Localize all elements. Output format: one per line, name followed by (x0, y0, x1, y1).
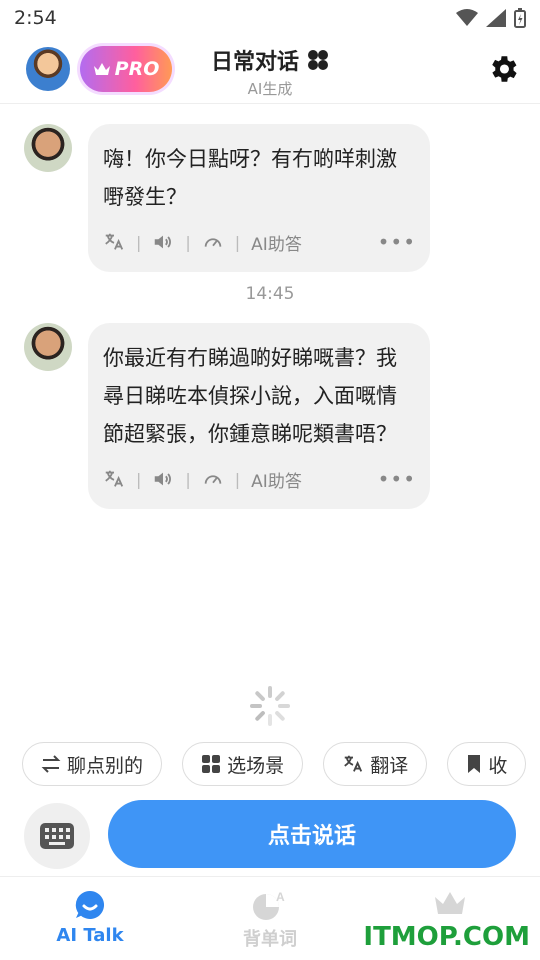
suggestion-chips: 聊点别的 选场景 翻译 收 (22, 742, 540, 786)
divider: | (234, 469, 241, 489)
chip-change-topic[interactable]: 聊点别的 (22, 742, 163, 786)
chip-label: 选场景 (227, 754, 285, 777)
watermark-text: ITMOP.COM (363, 922, 530, 952)
scene-grid-icon (308, 50, 328, 70)
crown-icon (435, 892, 465, 914)
bookmark-icon (468, 755, 481, 773)
message-text: 你最近有冇睇過啲好睇嘅書？我尋日睇咗本偵探小說，入面嘅情節超緊張，你鍾意睇呢類書… (103, 346, 397, 446)
status-time: 2:54 (14, 7, 57, 29)
translate-icon[interactable] (103, 231, 125, 253)
battery-icon (514, 8, 526, 28)
status-bar: 2:54 (0, 0, 540, 36)
message-toolbar: | | | AI助答 ••• (103, 463, 416, 495)
signal-icon (486, 9, 506, 27)
page-title-text: 日常对话 (210, 50, 299, 75)
speaker-icon[interactable] (152, 231, 174, 253)
chat-bubble-icon (75, 890, 105, 919)
message-toolbar: | | | AI助答 ••• (103, 226, 416, 258)
vocabulary-icon: A (253, 890, 285, 920)
page-title[interactable]: 日常对话 (211, 44, 329, 76)
divider: | (234, 232, 241, 252)
chip-bookmark[interactable]: 收 (447, 742, 527, 786)
more-options-icon[interactable]: ••• (378, 230, 416, 254)
chip-translate[interactable]: 翻译 (323, 742, 428, 786)
talk-button[interactable]: 点击说话 (108, 800, 516, 868)
ai-avatar[interactable] (24, 124, 72, 172)
more-options-icon[interactable]: ••• (378, 467, 416, 491)
chip-label: 翻译 (370, 754, 409, 777)
tab-vocabulary[interactable]: A 背单词 (180, 877, 360, 960)
status-icons (456, 8, 526, 28)
swap-icon (41, 755, 61, 773)
title-area: 日常对话 AI生成 (0, 44, 540, 99)
chip-label: 聊点别的 (67, 754, 144, 777)
grid-icon (202, 755, 221, 773)
page-subtitle: AI生成 (247, 80, 293, 98)
message-bubble[interactable]: 嗨！你今日點呀？有冇啲咩刺激嘢發生？ | | | AI助答 ••• (88, 124, 430, 272)
settings-gear-icon[interactable] (486, 52, 520, 86)
chip-choose-scene[interactable]: 选场景 (182, 742, 304, 786)
chat-timestamp: 14:45 (245, 284, 295, 304)
speed-gauge-icon[interactable] (202, 231, 224, 253)
message-bubble[interactable]: 你最近有冇睇過啲好睇嘅書？我尋日睇咗本偵探小說，入面嘅情節超緊張，你鍾意睇呢類書… (88, 323, 430, 509)
speed-gauge-icon[interactable] (202, 468, 224, 490)
tab-label: AI Talk (56, 925, 124, 946)
translate-icon (344, 755, 363, 772)
svg-text:A: A (276, 890, 285, 904)
ai-answer-button[interactable]: AI助答 (251, 230, 302, 255)
divider: | (136, 469, 142, 489)
wifi-icon (456, 9, 478, 26)
chip-label: 收 (488, 754, 508, 777)
divider: | (185, 469, 191, 489)
loading-spinner-icon (250, 686, 290, 726)
message-text: 嗨！你今日點呀？有冇啲咩刺激嘢發生？ (103, 147, 397, 209)
ai-avatar[interactable] (24, 323, 72, 371)
translate-icon[interactable] (103, 468, 125, 490)
keyboard-toggle-button[interactable] (24, 803, 90, 869)
keyboard-icon (40, 823, 74, 849)
tab-ai-talk[interactable]: AI Talk (0, 877, 180, 960)
tab-label: 背单词 (243, 929, 297, 950)
header: PRO 日常对话 AI生成 (0, 36, 540, 104)
divider: | (185, 232, 191, 252)
ai-answer-button[interactable]: AI助答 (251, 467, 302, 492)
divider: | (136, 232, 142, 252)
speaker-icon[interactable] (152, 468, 174, 490)
